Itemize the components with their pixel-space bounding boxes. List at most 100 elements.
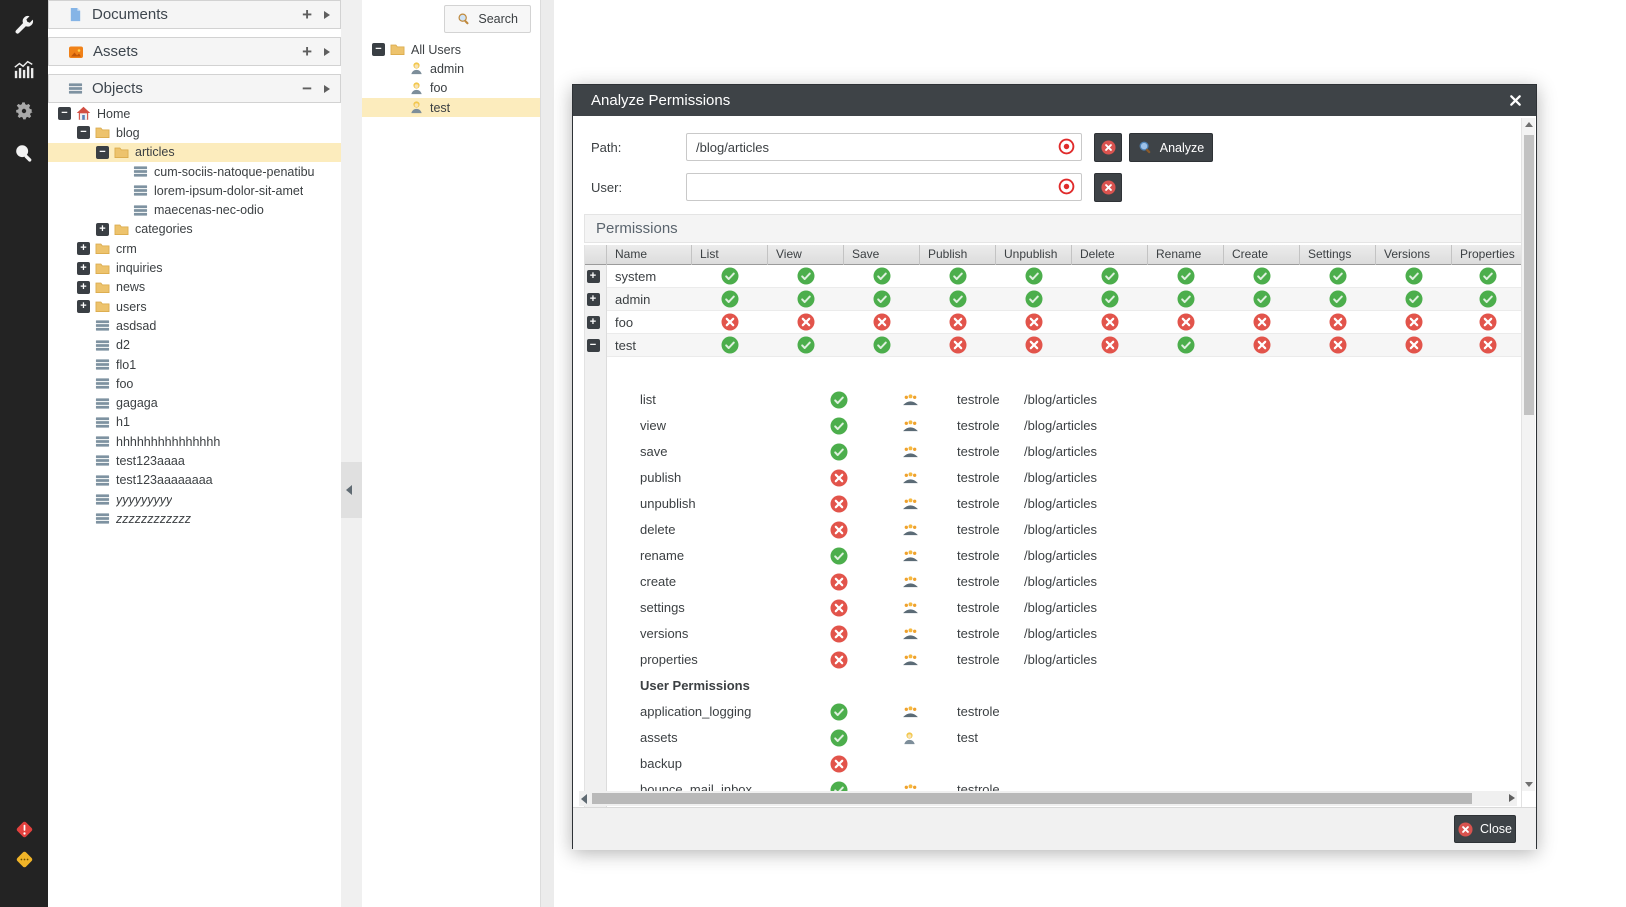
chevron-right-icon[interactable] bbox=[324, 48, 330, 56]
column-header-versions[interactable]: Versions bbox=[1376, 245, 1452, 265]
objects-tree-item-news[interactable]: +news bbox=[48, 278, 341, 297]
check-icon bbox=[1329, 267, 1347, 285]
users-tree-item-foo[interactable]: foo bbox=[362, 79, 540, 98]
close-button[interactable]: Close bbox=[1454, 815, 1516, 843]
object-icon bbox=[95, 511, 110, 526]
scroll-up-icon[interactable] bbox=[1525, 122, 1533, 127]
column-header-name[interactable]: Name bbox=[607, 245, 692, 265]
column-header-unpublish[interactable]: Unpublish bbox=[996, 245, 1072, 265]
expand-icon[interactable]: + bbox=[587, 293, 600, 306]
column-header-list[interactable]: List bbox=[692, 245, 768, 265]
users-tree-item-All Users[interactable]: −All Users bbox=[362, 40, 540, 59]
objects-tree-item-zzzzzzzzzzzz[interactable]: zzzzzzzzzzzz bbox=[48, 509, 341, 528]
user-permissions-heading: User Permissions bbox=[640, 673, 750, 699]
objects-tree-item-h1[interactable]: h1 bbox=[48, 413, 341, 432]
objects-tree-item-flo1[interactable]: flo1 bbox=[48, 355, 341, 374]
expand-icon[interactable]: + bbox=[587, 270, 600, 283]
objects-tree-item-lorem-ipsum-dolor-sit-amet[interactable]: lorem-ipsum-dolor-sit-amet bbox=[48, 181, 341, 200]
scroll-right-icon[interactable] bbox=[1509, 794, 1515, 802]
objects-tree-item-Home[interactable]: −Home bbox=[48, 104, 341, 123]
objects-tree-item-articles[interactable]: −articles bbox=[48, 143, 341, 162]
collapse-icon[interactable]: − bbox=[587, 339, 600, 352]
collapse-icon[interactable]: − bbox=[96, 146, 109, 159]
collapse-icon[interactable]: − bbox=[58, 107, 71, 120]
permission-row-admin[interactable]: +admin bbox=[585, 288, 1522, 311]
users-tree-item-admin[interactable]: admin bbox=[362, 59, 540, 78]
panel-splitter[interactable] bbox=[341, 0, 362, 907]
vscroll-thumb[interactable] bbox=[1524, 135, 1534, 415]
settings-gear-icon[interactable] bbox=[13, 100, 35, 122]
objects-tree-item-inquiries[interactable]: +inquiries bbox=[48, 258, 341, 277]
objects-tree-item-test123aaaa[interactable]: test123aaaa bbox=[48, 451, 341, 470]
tools-wrench-icon[interactable] bbox=[13, 14, 35, 36]
expand-icon[interactable]: + bbox=[77, 262, 90, 275]
column-header-settings[interactable]: Settings bbox=[1300, 245, 1376, 265]
permission-row-foo[interactable]: +foo bbox=[585, 311, 1522, 334]
cross-icon bbox=[1177, 313, 1195, 331]
objects-tree-item-gagaga[interactable]: gagaga bbox=[48, 393, 341, 412]
collapse-icon[interactable]: − bbox=[372, 43, 385, 56]
column-header-save[interactable]: Save bbox=[844, 245, 920, 265]
check-icon bbox=[830, 443, 848, 461]
objects-tree-item-yyyyyyyyy[interactable]: yyyyyyyyy bbox=[48, 490, 341, 509]
warning-diamond-icon[interactable] bbox=[13, 848, 35, 870]
group-icon bbox=[902, 627, 919, 645]
detail-name: view bbox=[640, 413, 666, 439]
chevron-right-icon[interactable] bbox=[324, 85, 330, 93]
objects-tree-item-categories[interactable]: + categories bbox=[48, 220, 341, 239]
horizontal-scrollbar[interactable] bbox=[579, 791, 1517, 806]
objects-tree-item-asdsad[interactable]: asdsad bbox=[48, 316, 341, 335]
expand-icon[interactable]: + bbox=[77, 242, 90, 255]
expand-icon[interactable]: + bbox=[96, 223, 109, 236]
objects-tree-item-hhhhhhhhhhhhhhh[interactable]: hhhhhhhhhhhhhhh bbox=[48, 432, 341, 451]
column-header-create[interactable]: Create bbox=[1224, 245, 1300, 265]
clear-user-button[interactable] bbox=[1094, 173, 1122, 202]
objects-tree-item-test123aaaaaaaa[interactable]: test123aaaaaaaa bbox=[48, 471, 341, 490]
objects-tree-item-cum-sociis-natoque-penatibu[interactable]: cum-sociis-natoque-penatibu bbox=[48, 162, 341, 181]
accordion-objects[interactable]: Objects − bbox=[48, 74, 341, 103]
search-icon[interactable] bbox=[13, 142, 35, 164]
column-header-view[interactable]: View bbox=[768, 245, 844, 265]
column-header-publish[interactable]: Publish bbox=[920, 245, 996, 265]
expand-icon[interactable]: + bbox=[77, 300, 90, 313]
user-input[interactable] bbox=[686, 173, 1082, 201]
objects-tree-item-d2[interactable]: d2 bbox=[48, 336, 341, 355]
scroll-left-icon[interactable] bbox=[581, 794, 587, 804]
objects-tree-item-maecenas-nec-odio[interactable]: maecenas-nec-odio bbox=[48, 200, 341, 219]
accordion-documents[interactable]: Documents + bbox=[48, 0, 341, 29]
column-header-properties[interactable]: Properties bbox=[1452, 245, 1522, 265]
objects-tree-item-users[interactable]: +users bbox=[48, 297, 341, 316]
objects-tree-item-blog[interactable]: −blog bbox=[48, 123, 341, 142]
scroll-down-icon[interactable] bbox=[1525, 782, 1533, 787]
permission-row-system[interactable]: +system bbox=[585, 265, 1522, 288]
expand-icon[interactable]: + bbox=[587, 316, 600, 329]
expand-icon[interactable]: + bbox=[77, 281, 90, 294]
objects-tree-item-foo[interactable]: foo bbox=[48, 374, 341, 393]
collapse-panel-icon[interactable] bbox=[346, 485, 352, 495]
add-icon[interactable]: + bbox=[302, 6, 312, 23]
reports-stats-icon[interactable] bbox=[13, 58, 35, 80]
objects-tree-item-crm[interactable]: + crm bbox=[48, 239, 341, 258]
accordion-assets[interactable]: Assets + bbox=[48, 37, 341, 66]
hscroll-thumb[interactable] bbox=[592, 793, 1472, 804]
vertical-scrollbar[interactable] bbox=[1521, 118, 1535, 791]
column-header-delete[interactable]: Delete bbox=[1072, 245, 1148, 265]
analyze-button[interactable]: Analyze bbox=[1129, 133, 1213, 162]
clear-path-button[interactable] bbox=[1094, 133, 1122, 162]
collapse-icon[interactable]: − bbox=[302, 80, 312, 97]
chevron-right-icon[interactable] bbox=[324, 11, 330, 19]
detail-path: /blog/articles bbox=[1024, 413, 1097, 439]
check-icon bbox=[873, 267, 891, 285]
close-icon[interactable] bbox=[1507, 92, 1524, 109]
column-header-rename[interactable]: Rename bbox=[1148, 245, 1224, 265]
tree-item-label: categories bbox=[135, 222, 193, 236]
error-diamond-icon[interactable] bbox=[13, 818, 35, 840]
tree-item-label: crm bbox=[116, 242, 137, 256]
dialog-titlebar[interactable]: Analyze Permissions bbox=[573, 85, 1536, 116]
collapse-icon[interactable]: − bbox=[77, 126, 90, 139]
users-tree-item-test[interactable]: test bbox=[362, 98, 540, 117]
path-input[interactable] bbox=[686, 133, 1082, 161]
permission-row-test[interactable]: −test bbox=[585, 334, 1522, 357]
search-button[interactable]: Search bbox=[444, 5, 531, 33]
add-icon[interactable]: + bbox=[302, 43, 312, 60]
